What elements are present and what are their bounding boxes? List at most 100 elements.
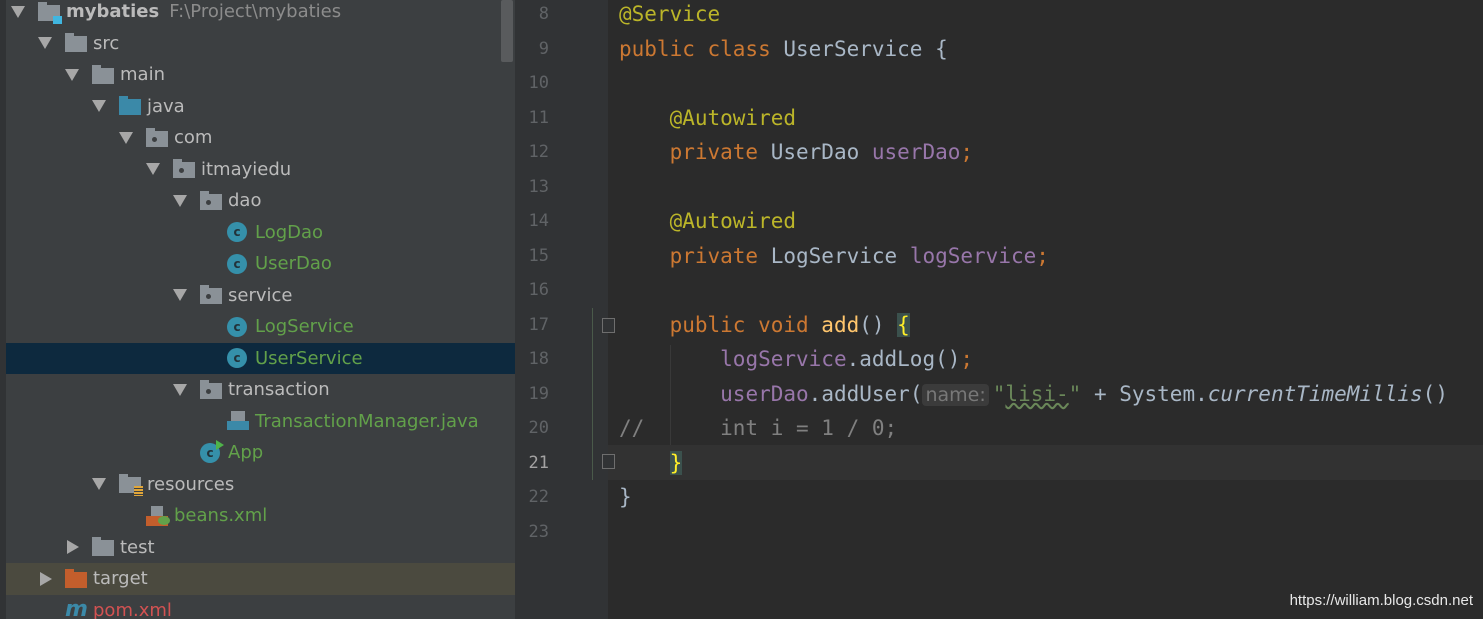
code-token: lisi- — [1005, 381, 1069, 406]
code-token: userDao — [871, 140, 961, 164]
tree-item-resources[interactable]: resources — [6, 469, 515, 501]
expand-arrow-icon[interactable] — [65, 68, 79, 81]
line-number: 13 — [528, 176, 549, 197]
code-token: ; — [960, 140, 974, 164]
line-number: 22 — [528, 487, 549, 507]
code-line[interactable]: @Service — [619, 0, 720, 32]
expand-arrow-icon[interactable] — [173, 383, 187, 396]
tree-root-mybaties[interactable]: mybaties F:\Project\mybaties — [6, 0, 515, 28]
tree-item-service[interactable]: service — [6, 280, 515, 312]
line-number: 17 — [528, 314, 549, 335]
tree-item-com[interactable]: com — [6, 122, 515, 154]
expand-arrow-icon[interactable] — [38, 37, 52, 50]
spring-xml-icon — [146, 505, 170, 526]
current-line-highlight — [608, 445, 1483, 480]
code-token: private — [669, 243, 771, 268]
tree-item-label: App — [228, 442, 264, 464]
collapse-arrow-icon[interactable] — [40, 571, 52, 586]
class-icon: c — [227, 316, 249, 337]
code-line[interactable]: // int i = 1 / 0; — [619, 411, 897, 446]
tree-item-label: resources — [147, 473, 235, 495]
expand-arrow-icon[interactable] — [119, 131, 133, 144]
code-token: " — [992, 381, 1006, 406]
tree-item-test[interactable]: test — [6, 532, 515, 564]
tree-item-label: test — [120, 536, 155, 558]
project-tree: mybaties F:\Project\mybaties src main java c… — [0, 0, 515, 619]
code-line[interactable]: @Autowired — [619, 204, 796, 239]
tree-item-main[interactable]: main — [6, 59, 515, 91]
tree-item-logservice[interactable]: c LogService — [6, 311, 515, 343]
code-line[interactable]: public void add() { — [619, 308, 910, 343]
code-token: logService — [909, 243, 1037, 268]
expand-arrow-icon[interactable] — [11, 5, 25, 18]
code-line[interactable]: private UserDao userDao; — [619, 135, 973, 170]
code-line[interactable]: } — [619, 480, 632, 515]
expand-arrow-icon[interactable] — [146, 163, 160, 176]
code-line[interactable]: } — [619, 446, 683, 481]
code-token: userDao — [720, 381, 809, 406]
code-token: } — [619, 485, 632, 509]
tree-item-label: main — [120, 64, 165, 86]
code-token: add — [821, 312, 860, 337]
tree-item-java[interactable]: java — [6, 91, 515, 123]
tree-item-label: pom.xml — [93, 599, 172, 619]
line-number: 9 — [538, 38, 549, 59]
tree-item-label: src — [93, 32, 120, 54]
code-line[interactable]: userDao.addUser(name: "lisi-" + System.cu… — [619, 377, 1448, 412]
line-number: 18 — [528, 349, 549, 369]
folder-icon — [92, 537, 114, 557]
expand-arrow-icon[interactable] — [173, 194, 187, 207]
code-token: + System. — [1081, 381, 1208, 406]
tree-item-itmayiedu[interactable]: itmayiedu — [6, 154, 515, 186]
tree-item-dao[interactable]: dao — [6, 185, 515, 217]
tree-item-label: LogService — [255, 316, 354, 338]
tree-item-app[interactable]: c App — [6, 437, 515, 469]
package-icon — [173, 159, 195, 179]
tree-item-label: itmayiedu — [201, 158, 292, 180]
package-icon — [200, 190, 222, 211]
code-token: } — [669, 450, 683, 475]
tree-item-label: LogDao — [255, 221, 324, 243]
code-token: @Autowired — [669, 209, 797, 233]
tree-item-userdao[interactable]: c UserDao — [6, 248, 515, 280]
java-file-icon — [227, 411, 249, 431]
code-line[interactable]: logService.addLog(); — [619, 342, 973, 377]
tree-item-beans-xml[interactable]: beans.xml — [6, 500, 515, 532]
tree-scrollbar[interactable] — [501, 0, 513, 62]
line-number: 12 — [528, 142, 549, 162]
code-token: UserDao — [770, 140, 872, 164]
expand-arrow-icon[interactable] — [92, 100, 106, 113]
line-number: 20 — [528, 418, 549, 438]
line-number: 10 — [528, 73, 549, 93]
tree-item-userservice[interactable]: c UserService — [6, 342, 515, 374]
line-number: 11 — [528, 107, 549, 128]
collapse-arrow-icon[interactable] — [67, 540, 79, 555]
tree-item-label: java — [147, 95, 185, 117]
line-number: 14 — [528, 211, 549, 231]
tree-item-logdao[interactable]: c LogDao — [6, 217, 515, 249]
line-number: 23 — [528, 521, 549, 542]
code-line[interactable]: public class UserService { — [619, 32, 948, 67]
code-token: LogService — [770, 243, 910, 268]
tree-item-transaction[interactable]: transaction — [6, 374, 515, 406]
code-line[interactable]: private LogService logService; — [619, 239, 1049, 274]
code-token: logService — [720, 347, 847, 371]
code-line[interactable]: @Autowired — [619, 101, 796, 136]
tree-item-label: TransactionManager.java — [255, 410, 479, 432]
class-icon: c — [227, 348, 249, 369]
fold-end-icon[interactable] — [602, 454, 615, 469]
code-token: { — [897, 312, 910, 337]
fold-collapse-icon[interactable] — [602, 318, 615, 333]
expand-arrow-icon[interactable] — [92, 478, 106, 491]
code-token: ; — [1036, 243, 1049, 268]
tree-item-pom-xml[interactable]: m pom.xml — [6, 595, 515, 619]
expand-arrow-icon[interactable] — [173, 289, 187, 302]
tree-item-target[interactable]: target — [6, 563, 515, 595]
tree-item-transactionmanager-java[interactable]: TransactionManager.java — [6, 406, 515, 438]
tree-item-src[interactable]: src — [6, 28, 515, 60]
